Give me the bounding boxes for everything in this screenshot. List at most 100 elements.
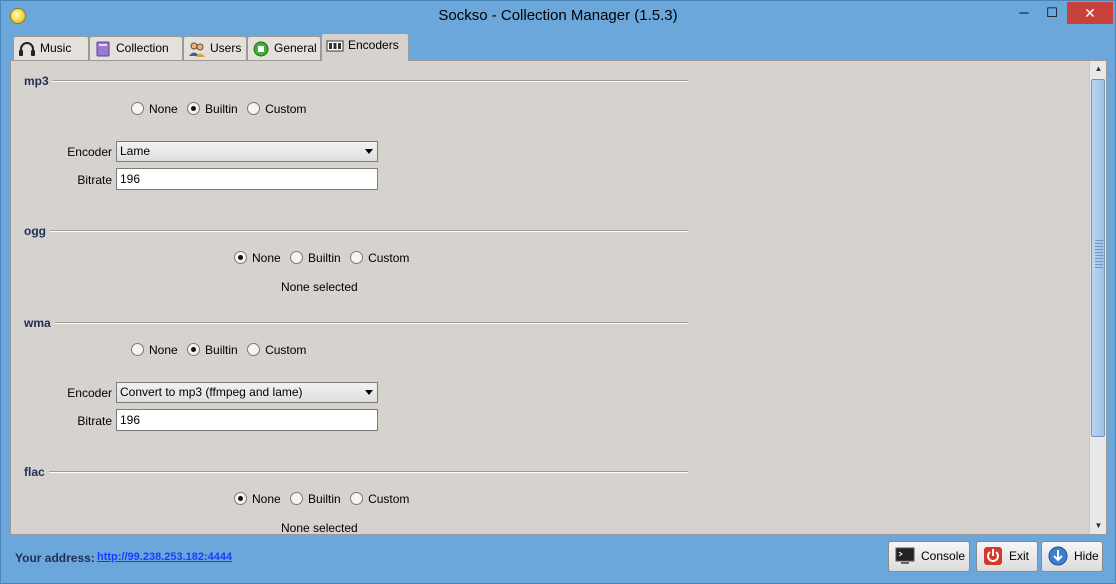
wma-encoder-label: Encoder bbox=[67, 386, 112, 400]
ogg-radio-group: None Builtin Custom bbox=[234, 251, 415, 265]
mp3-bitrate-label: Bitrate bbox=[77, 173, 112, 187]
radio-none-selected[interactable] bbox=[234, 492, 247, 505]
app-window: Sockso - Collection Manager (1.5.3) ─ ☐ … bbox=[0, 0, 1116, 584]
option-custom-label: Custom bbox=[265, 343, 307, 357]
radio-custom[interactable] bbox=[350, 251, 364, 264]
option-builtin-label: Builtin bbox=[205, 102, 238, 116]
general-icon bbox=[252, 41, 270, 57]
mp3-encoder-select[interactable]: Lame bbox=[116, 141, 378, 162]
scroll-up-arrow-icon[interactable]: ▲ bbox=[1090, 61, 1106, 77]
ogg-builtin-option[interactable]: Builtin bbox=[290, 251, 341, 265]
address-link[interactable]: http://99.238.253.182:4444 bbox=[97, 551, 232, 563]
mp3-builtin-option[interactable]: Builtin bbox=[187, 102, 238, 116]
minimize-button[interactable]: ─ bbox=[1009, 2, 1039, 24]
maximize-button[interactable]: ☐ bbox=[1039, 2, 1065, 24]
radio-none-selected[interactable] bbox=[234, 251, 247, 264]
flac-builtin-option[interactable]: Builtin bbox=[290, 492, 341, 506]
wma-encoder-select[interactable]: Convert to mp3 (ffmpeg and lame) bbox=[116, 382, 378, 403]
section-title-flac: flac bbox=[24, 465, 49, 479]
users-icon bbox=[188, 41, 206, 57]
tab-collection[interactable]: Collection bbox=[89, 36, 183, 60]
radio-builtin[interactable] bbox=[290, 251, 304, 264]
ogg-none-selected-text: None selected bbox=[281, 280, 358, 294]
option-none-label: None bbox=[149, 343, 178, 357]
console-icon bbox=[895, 546, 915, 566]
encoders-icon bbox=[326, 38, 344, 54]
wma-builtin-option[interactable]: Builtin bbox=[187, 343, 238, 357]
chevron-down-icon bbox=[365, 149, 373, 154]
close-button[interactable]: ✕ bbox=[1067, 2, 1113, 24]
address-label: Your address: bbox=[15, 551, 95, 565]
console-button[interactable]: Console bbox=[888, 541, 970, 572]
flac-custom-option[interactable]: Custom bbox=[350, 492, 409, 506]
scroll-down-arrow-icon[interactable]: ▼ bbox=[1090, 518, 1106, 534]
tab-collection-label: Collection bbox=[116, 41, 169, 55]
exit-label: Exit bbox=[1009, 549, 1030, 563]
wma-none-option[interactable]: None bbox=[131, 343, 178, 357]
option-builtin-label: Builtin bbox=[308, 492, 341, 506]
section-title-mp3: mp3 bbox=[24, 74, 53, 88]
flac-radio-group: None Builtin Custom bbox=[234, 492, 415, 506]
option-none-label: None bbox=[149, 102, 178, 116]
tab-encoders-label: Encoders bbox=[348, 38, 399, 52]
section-divider bbox=[24, 322, 688, 324]
section-divider bbox=[24, 230, 688, 232]
ogg-custom-option[interactable]: Custom bbox=[350, 251, 409, 265]
radio-none[interactable] bbox=[131, 102, 144, 115]
flac-none-option[interactable]: None bbox=[234, 492, 281, 506]
mp3-encoder-value: Lame bbox=[120, 144, 151, 158]
option-builtin-label: Builtin bbox=[205, 343, 238, 357]
option-builtin-label: Builtin bbox=[308, 251, 341, 265]
wma-encoder-value: Convert to mp3 (ffmpeg and lame) bbox=[120, 385, 303, 399]
console-label: Console bbox=[921, 549, 966, 563]
section-divider bbox=[24, 80, 688, 82]
option-custom-label: Custom bbox=[265, 102, 307, 116]
tab-music[interactable]: Music bbox=[13, 36, 89, 60]
radio-builtin-selected[interactable] bbox=[187, 343, 201, 356]
power-icon bbox=[983, 546, 1003, 566]
radio-none[interactable] bbox=[131, 343, 144, 356]
flac-none-selected-text: None selected bbox=[281, 521, 358, 535]
tab-users-label: Users bbox=[210, 41, 242, 55]
option-none-label: None bbox=[252, 492, 281, 506]
wma-bitrate-input[interactable]: 196 bbox=[116, 409, 378, 431]
collection-icon bbox=[94, 41, 112, 57]
hide-button[interactable]: Hide bbox=[1041, 541, 1103, 572]
wma-radio-group: None Builtin Custom bbox=[131, 343, 312, 357]
mp3-radio-group: None Builtin Custom bbox=[131, 102, 312, 116]
vertical-scrollbar[interactable]: ▲ ▼ bbox=[1089, 61, 1106, 534]
window-title: Sockso - Collection Manager (1.5.3) bbox=[438, 7, 678, 24]
headphones-icon bbox=[18, 41, 36, 57]
mp3-none-option[interactable]: None bbox=[131, 102, 178, 116]
title-bar[interactable]: Sockso - Collection Manager (1.5.3) ─ ☐ … bbox=[1, 1, 1115, 32]
section-title-wma: wma bbox=[24, 316, 55, 330]
tab-encoders[interactable]: Encoders bbox=[321, 33, 409, 61]
tab-users[interactable]: Users bbox=[183, 36, 247, 60]
tab-music-label: Music bbox=[40, 41, 72, 55]
tab-general[interactable]: General bbox=[247, 36, 321, 60]
section-divider bbox=[24, 471, 688, 473]
chevron-down-icon bbox=[365, 390, 373, 395]
grip-icon bbox=[1095, 240, 1103, 270]
scrollbar-thumb[interactable] bbox=[1091, 79, 1105, 437]
radio-builtin[interactable] bbox=[290, 492, 304, 505]
wma-custom-option[interactable]: Custom bbox=[247, 343, 306, 357]
ogg-none-option[interactable]: None bbox=[234, 251, 281, 265]
radio-custom[interactable] bbox=[247, 343, 261, 356]
mp3-custom-option[interactable]: Custom bbox=[247, 102, 306, 116]
radio-custom[interactable] bbox=[247, 102, 261, 115]
radio-builtin-selected[interactable] bbox=[187, 102, 201, 115]
wma-bitrate-label: Bitrate bbox=[77, 414, 112, 428]
option-custom-label: Custom bbox=[368, 492, 410, 506]
option-none-label: None bbox=[252, 251, 281, 265]
mp3-bitrate-input[interactable]: 196 bbox=[116, 168, 378, 190]
encoders-panel: mp3 None Builtin Custom Encoder Lame Bit… bbox=[10, 60, 1107, 535]
section-title-ogg: ogg bbox=[24, 224, 50, 238]
tab-general-label: General bbox=[274, 41, 317, 55]
down-arrow-icon bbox=[1048, 546, 1068, 566]
mp3-encoder-label: Encoder bbox=[67, 145, 112, 159]
radio-custom[interactable] bbox=[350, 492, 364, 505]
footer-bar: Your address: http://99.238.253.182:4444… bbox=[10, 537, 1107, 579]
option-custom-label: Custom bbox=[368, 251, 410, 265]
exit-button[interactable]: Exit bbox=[976, 541, 1038, 572]
